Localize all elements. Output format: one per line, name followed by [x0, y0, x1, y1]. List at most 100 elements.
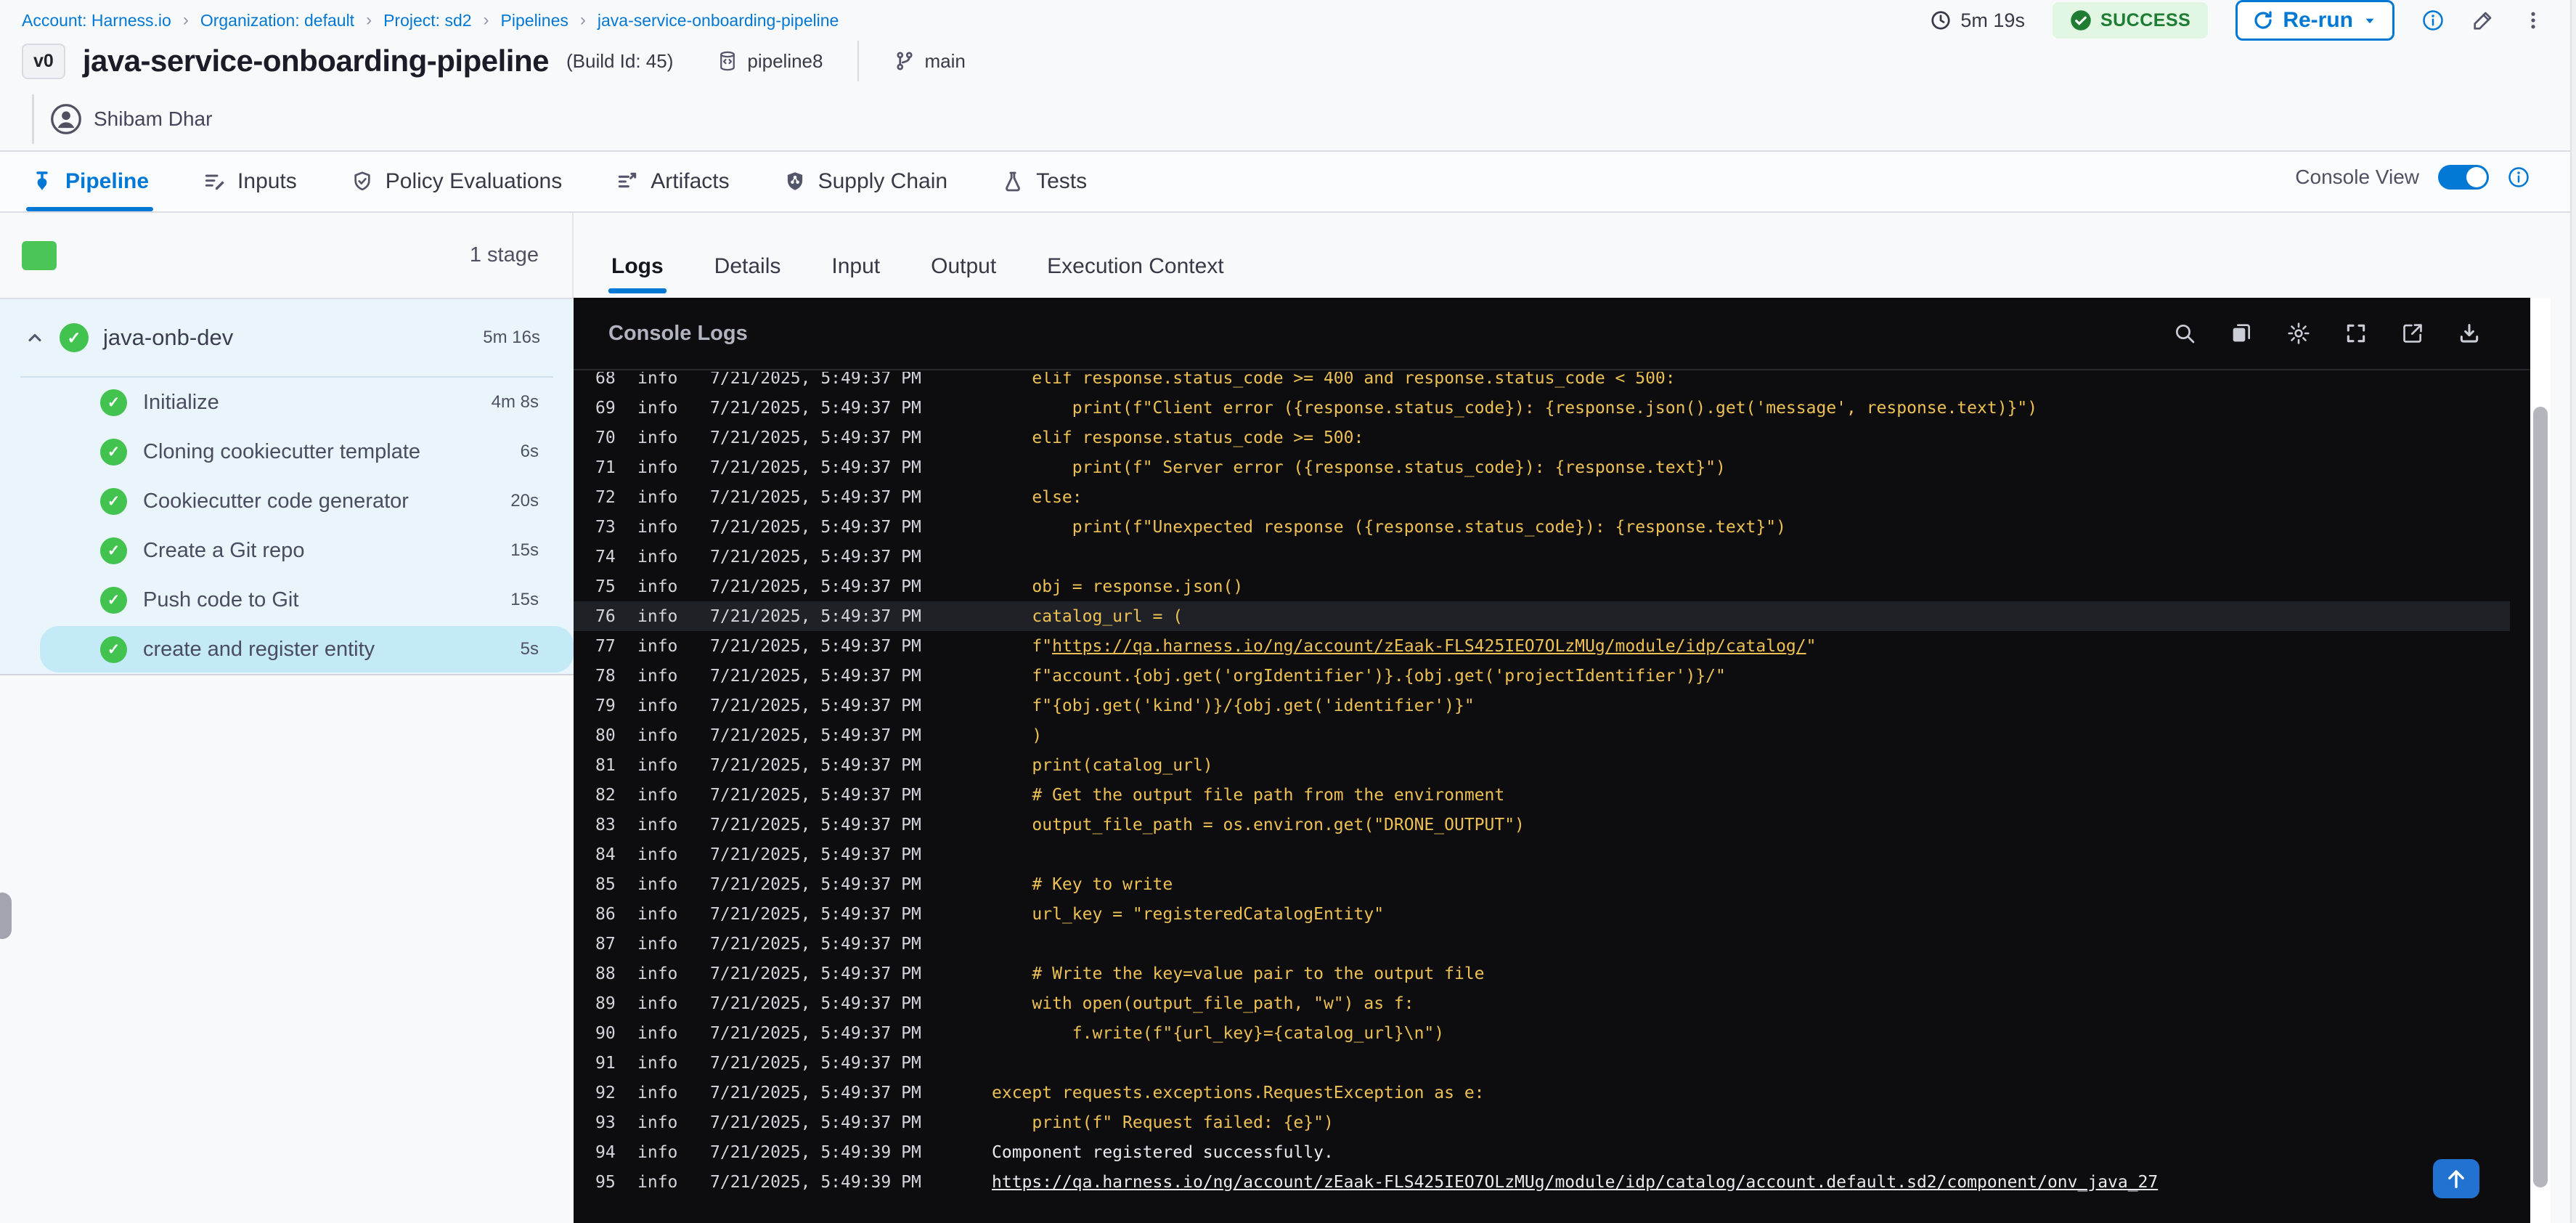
top-bar: Account: Harness.io › Organization: defaul… [0, 0, 2576, 41]
breadcrumb-item-2[interactable]: Organization: default [200, 11, 354, 31]
breadcrumb-item-3[interactable]: Project: sd2 [383, 11, 471, 31]
tab-supply-chain[interactable]: Supply Chain [783, 152, 947, 211]
step-duration: 15s [510, 540, 539, 560]
log-line[interactable]: 73 info 7/21/2025, 5:49:37 PM print(f"Unex… [574, 512, 2510, 542]
more-options-icon[interactable] [2522, 9, 2544, 31]
log-line[interactable]: 81 info 7/21/2025, 5:49:37 PM print(catalo… [574, 750, 2510, 780]
log-viewport[interactable]: 68 info 7/21/2025, 5:49:37 PM elif respons… [574, 372, 2510, 1223]
step-success-icon: ✓ [100, 537, 127, 564]
log-line[interactable]: 71 info 7/21/2025, 5:49:37 PM print(f" Ser… [574, 452, 2510, 482]
log-line[interactable]: 89 info 7/21/2025, 5:49:37 PM with open(ou… [574, 988, 2510, 1018]
pipeline-tag[interactable]: pipeline8 [717, 50, 823, 73]
log-line[interactable]: 69 info 7/21/2025, 5:49:37 PM print(f"Clie… [574, 393, 2510, 423]
details-tab-logs[interactable]: Logs [608, 254, 667, 298]
stage-row-java-onb-dev[interactable]: ✓ java-onb-dev 5m 16s [0, 299, 574, 376]
log-message: elif response.status_code >= 500: [992, 428, 1364, 447]
log-line[interactable]: 76 info 7/21/2025, 5:49:37 PM catalog_url … [574, 601, 2510, 631]
log-timestamp: 7/21/2025, 5:49:37 PM [710, 696, 921, 715]
tab-label: Pipeline [65, 169, 150, 193]
log-level: info [637, 755, 678, 775]
collapse-stage-icon[interactable] [25, 328, 45, 348]
log-message: print(f"Unexpected response ({response.s… [992, 517, 1786, 537]
log-line[interactable]: 90 info 7/21/2025, 5:49:37 PM f.write(f"{u… [574, 1018, 2510, 1048]
log-line-number: 69 [595, 398, 616, 418]
log-level: info [637, 904, 678, 924]
scroll-to-top-button[interactable] [2433, 1159, 2479, 1198]
step-row-cloning-cookiecutter-template[interactable]: ✓ Cloning cookiecutter template 6s [0, 427, 574, 476]
open-new-tab-icon[interactable] [2401, 322, 2424, 345]
step-details-panel: Logs Details Input Output Execution Context … [574, 213, 2576, 1223]
log-line[interactable]: 93 info 7/21/2025, 5:49:37 PM print(f" Req… [574, 1108, 2510, 1137]
settings-icon[interactable] [2286, 321, 2311, 346]
step-row-initialize[interactable]: ✓ Initialize 4m 8s [0, 378, 574, 427]
log-line[interactable]: 77 info 7/21/2025, 5:49:37 PM f"https://qa… [574, 631, 2510, 661]
build-id: (Build Id: 45) [566, 49, 674, 72]
info-icon[interactable] [2422, 9, 2444, 31]
breadcrumb-item-5[interactable]: java-service-onboarding-pipeline [598, 11, 839, 31]
console-view-toggle[interactable] [2438, 165, 2489, 190]
drawer-handle[interactable] [0, 893, 12, 939]
supply-chain-icon [783, 170, 807, 193]
console-view-info-icon[interactable] [2508, 166, 2530, 188]
details-tab-execution-context[interactable]: Execution Context [1047, 254, 1223, 298]
clock-icon [1930, 9, 1952, 31]
fullscreen-icon[interactable] [2344, 322, 2368, 345]
log-line[interactable]: 79 info 7/21/2025, 5:49:37 PM f"{obj.get('… [574, 691, 2510, 720]
tab-label: Supply Chain [818, 169, 948, 193]
step-row-cookiecutter-code-generator[interactable]: ✓ Cookiecutter code generator 20s [0, 476, 574, 526]
details-tab-details[interactable]: Details [714, 254, 781, 298]
log-line[interactable]: 83 info 7/21/2025, 5:49:37 PM output_file_… [574, 810, 2510, 840]
log-timestamp: 7/21/2025, 5:49:37 PM [710, 398, 921, 418]
log-line[interactable]: 82 info 7/21/2025, 5:49:37 PM # Get the ou… [574, 780, 2510, 810]
log-line[interactable]: 78 info 7/21/2025, 5:49:37 PM f"account.{o… [574, 661, 2510, 691]
log-timestamp: 7/21/2025, 5:49:37 PM [710, 1023, 921, 1043]
log-line[interactable]: 75 info 7/21/2025, 5:49:37 PM obj = respon… [574, 572, 2510, 601]
log-line[interactable]: 94 info 7/21/2025, 5:49:39 PM Component reg… [574, 1137, 2510, 1167]
log-line[interactable]: 84 info 7/21/2025, 5:49:37 PM [574, 840, 2510, 869]
log-line[interactable]: 72 info 7/21/2025, 5:49:37 PM else: [574, 482, 2510, 512]
copy-icon[interactable] [2230, 322, 2253, 345]
log-line[interactable]: 95 info 7/21/2025, 5:49:39 PM https://qa.ha… [574, 1167, 2510, 1197]
console-scrollbar[interactable] [2530, 298, 2551, 1223]
details-tab-input[interactable]: Input [831, 254, 880, 298]
step-row-create-and-register-entity[interactable]: ✓ create and register entity 5s [0, 625, 574, 674]
details-tab-output[interactable]: Output [931, 254, 996, 298]
log-line[interactable]: 86 info 7/21/2025, 5:49:37 PM url_key = "r… [574, 899, 2510, 929]
breadcrumb-item-1[interactable]: Account: Harness.io [22, 11, 171, 31]
log-timestamp: 7/21/2025, 5:49:37 PM [710, 547, 921, 566]
tab-artifacts[interactable]: Artifacts [616, 152, 730, 211]
log-line[interactable]: 85 info 7/21/2025, 5:49:37 PM # Key to wri… [574, 869, 2510, 899]
log-line[interactable]: 91 info 7/21/2025, 5:49:37 PM [574, 1048, 2510, 1078]
tab-inputs[interactable]: Inputs [203, 152, 297, 211]
tab-pipeline[interactable]: Pipeline [25, 152, 154, 211]
branch-name[interactable]: main [894, 50, 966, 73]
log-line[interactable]: 87 info 7/21/2025, 5:49:37 PM [574, 929, 2510, 959]
stage-status-square[interactable] [22, 240, 57, 270]
log-line[interactable]: 70 info 7/21/2025, 5:49:37 PM elif respons… [574, 423, 2510, 452]
log-timestamp: 7/21/2025, 5:49:37 PM [710, 487, 921, 507]
log-message: # Get the output file path from the envi… [992, 785, 1505, 805]
tab-tests[interactable]: Tests [1001, 152, 1087, 211]
log-line-number: 91 [595, 1053, 616, 1073]
log-line[interactable]: 68 info 7/21/2025, 5:49:37 PM elif respons… [574, 372, 2510, 393]
tab-policy-evaluations[interactable]: Policy Evaluations [351, 152, 562, 211]
rerun-button[interactable]: Re-run [2235, 0, 2394, 41]
step-row-push-code-to-git[interactable]: ✓ Push code to Git 15s [0, 575, 574, 625]
log-line[interactable]: 88 info 7/21/2025, 5:49:37 PM # Write the … [574, 959, 2510, 988]
console-scrollbar-thumb[interactable] [2533, 407, 2548, 1187]
breadcrumb-item-4[interactable]: Pipelines [501, 11, 568, 31]
download-icon[interactable] [2458, 322, 2481, 345]
log-line[interactable]: 74 info 7/21/2025, 5:49:37 PM [574, 542, 2510, 572]
log-message: else: [992, 487, 1083, 507]
log-timestamp: 7/21/2025, 5:49:39 PM [710, 1172, 921, 1192]
log-level: info [637, 1142, 678, 1162]
log-level: info [637, 1023, 678, 1043]
log-line[interactable]: 80 info 7/21/2025, 5:49:37 PM ) [574, 720, 2510, 750]
log-link[interactable]: https://qa.harness.io/ng/account/zEaak-F… [1052, 637, 1806, 656]
search-icon[interactable] [2173, 322, 2196, 345]
step-row-create-a-git-repo[interactable]: ✓ Create a Git repo 15s [0, 526, 574, 575]
log-line[interactable]: 92 info 7/21/2025, 5:49:37 PM except reques… [574, 1078, 2510, 1108]
log-link[interactable]: https://qa.harness.io/ng/account/zEaak-F… [992, 1173, 2158, 1192]
page-scrollbar[interactable] [2570, 0, 2576, 1223]
edit-pipeline-icon[interactable] [2471, 9, 2495, 32]
